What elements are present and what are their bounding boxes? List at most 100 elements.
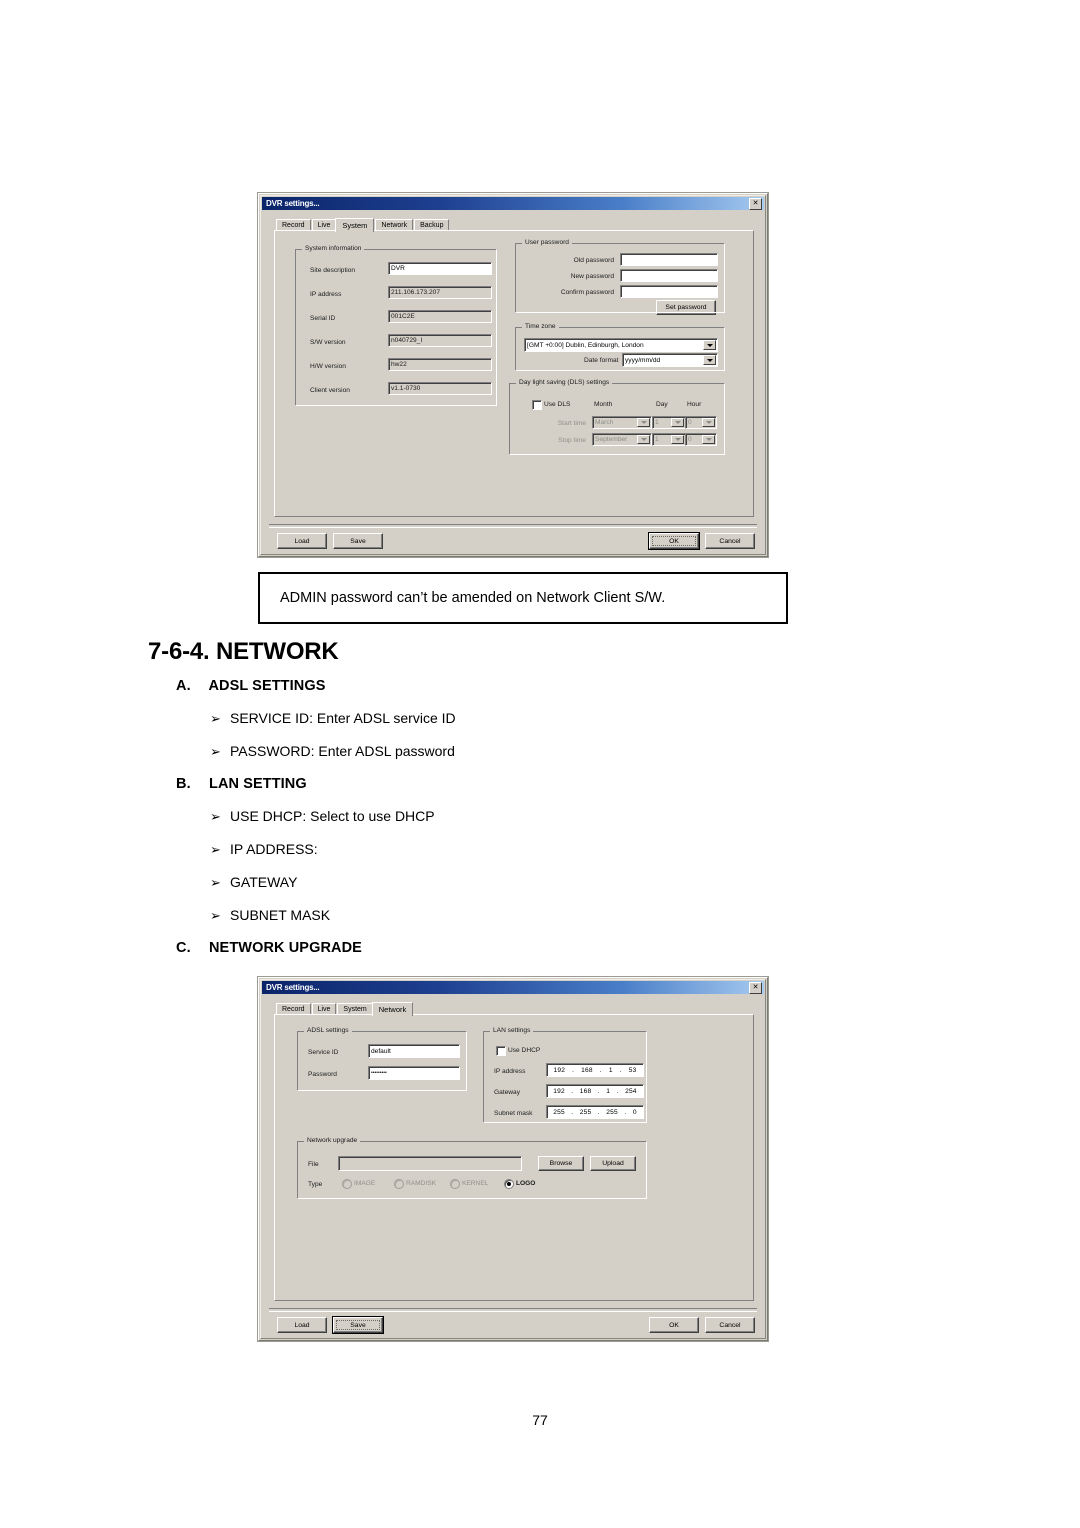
subnet-mask-input[interactable]: 255. 255. 255. 0 bbox=[546, 1105, 644, 1119]
sm-octet-4: 0 bbox=[632, 1108, 637, 1116]
list-item-text: IP ADDRESS: bbox=[230, 841, 318, 857]
type-logo-label: LOGO bbox=[516, 1180, 536, 1187]
chevron-down-icon[interactable] bbox=[671, 418, 684, 427]
ip-address-label: IP address bbox=[494, 1068, 526, 1075]
admin-password-note: ADMIN password can’t be amended on Netwo… bbox=[258, 572, 788, 624]
old-password-label: Old password bbox=[573, 257, 614, 264]
confirm-password-label: Confirm password bbox=[560, 289, 614, 296]
set-password-button[interactable]: Set password bbox=[656, 300, 716, 315]
site-description-input[interactable]: DVR bbox=[388, 262, 492, 275]
stop-hour-select[interactable]: 0 bbox=[685, 433, 717, 446]
time-zone-group: Time zone [GMT +0:00] Dublin, Edinburgh,… bbox=[515, 323, 725, 371]
section-a-label: A. bbox=[176, 678, 191, 694]
ip-address-input[interactable]: 192. 168. 1. 53 bbox=[546, 1063, 644, 1077]
close-icon[interactable]: ✕ bbox=[749, 981, 762, 994]
list-item-text: USE DHCP: Select to use DHCP bbox=[230, 808, 435, 824]
ok-button[interactable]: OK bbox=[649, 1317, 699, 1333]
type-kernel-label: KERNEL bbox=[462, 1180, 489, 1187]
save-button[interactable]: Save bbox=[333, 533, 383, 549]
old-password-input[interactable] bbox=[620, 253, 718, 266]
stop-day-select[interactable]: 1 bbox=[652, 433, 686, 446]
chevron-down-icon[interactable] bbox=[702, 418, 715, 427]
ok-button[interactable]: OK bbox=[648, 532, 700, 550]
chevron-down-icon[interactable] bbox=[702, 435, 715, 444]
sw-version-value: n040729_I bbox=[388, 334, 492, 347]
sm-octet-2: 255 bbox=[579, 1108, 592, 1116]
adsl-settings-title: ADSL settings bbox=[304, 1027, 352, 1034]
stop-month-select[interactable]: September bbox=[592, 433, 652, 446]
use-dls-label: Use DLS bbox=[544, 401, 571, 408]
date-format-value: yyyy/mm/dd bbox=[625, 356, 661, 364]
arrow-bullet-icon: ➢ bbox=[210, 843, 221, 858]
tab-network[interactable]: Network bbox=[371, 1002, 414, 1016]
chevron-down-icon[interactable] bbox=[637, 418, 650, 427]
type-image-radio[interactable] bbox=[342, 1179, 352, 1189]
password-input[interactable]: ••••••••• bbox=[368, 1066, 460, 1080]
time-zone-value: [GMT +0:00] Dublin, Edinburgh, London bbox=[527, 341, 644, 349]
start-month-select[interactable]: March bbox=[592, 416, 652, 429]
stop-day-value: 1 bbox=[655, 436, 659, 443]
user-password-title: User password bbox=[522, 239, 572, 246]
upload-button[interactable]: Upload bbox=[590, 1156, 636, 1171]
window-title: DVR settings... bbox=[266, 983, 320, 992]
type-kernel-radio[interactable] bbox=[450, 1179, 460, 1189]
list-item: ➢ PASSWORD: Enter ADSL password bbox=[210, 743, 455, 760]
list-item: ➢ IP ADDRESS: bbox=[210, 841, 318, 858]
user-password-group: User password Old password New password … bbox=[515, 239, 725, 315]
file-input[interactable] bbox=[338, 1156, 522, 1171]
dls-day-column: Day bbox=[656, 401, 668, 408]
section-c-title: NETWORK UPGRADE bbox=[208, 940, 362, 956]
lan-settings-group: LAN settings Use DHCP IP address 192. 16… bbox=[483, 1027, 647, 1123]
serial-id-value: 001C2E bbox=[388, 310, 492, 323]
gateway-label: Gateway bbox=[494, 1089, 521, 1096]
start-hour-select[interactable]: 0 bbox=[685, 416, 717, 429]
gw-octet-3: 1 bbox=[606, 1087, 611, 1095]
browse-button[interactable]: Browse bbox=[538, 1156, 584, 1171]
dls-hour-column: Hour bbox=[687, 401, 702, 408]
load-button[interactable]: Load bbox=[277, 533, 327, 549]
new-password-input[interactable] bbox=[620, 269, 718, 282]
chevron-down-icon[interactable] bbox=[703, 355, 716, 365]
date-format-select[interactable]: yyyy/mm/dd bbox=[622, 353, 718, 367]
type-logo-radio[interactable] bbox=[504, 1179, 514, 1189]
adsl-settings-group: ADSL settings Service ID default Passwor… bbox=[297, 1027, 467, 1091]
load-button[interactable]: Load bbox=[277, 1317, 327, 1333]
close-icon[interactable]: ✕ bbox=[749, 197, 762, 210]
ip-octet-2: 168 bbox=[581, 1066, 593, 1074]
gw-octet-2: 168 bbox=[579, 1087, 592, 1095]
chevron-down-icon[interactable] bbox=[637, 435, 650, 444]
chevron-down-icon[interactable] bbox=[671, 435, 684, 444]
section-b-label: B. bbox=[176, 776, 191, 792]
type-ramdisk-radio[interactable] bbox=[394, 1179, 404, 1189]
titlebar: DVR settings... ✕ bbox=[262, 197, 764, 210]
sm-octet-3: 255 bbox=[606, 1108, 618, 1116]
section-c-label: C. bbox=[176, 940, 191, 956]
cancel-button[interactable]: Cancel bbox=[705, 1317, 755, 1333]
section-a-title: ADSL SETTINGS bbox=[208, 678, 326, 694]
tab-system[interactable]: System bbox=[335, 218, 375, 232]
sm-octet-1: 255 bbox=[553, 1108, 565, 1116]
list-item-text: PASSWORD: Enter ADSL password bbox=[230, 743, 455, 759]
system-information-title: System information bbox=[302, 245, 365, 252]
stop-month-value: September bbox=[595, 436, 628, 443]
use-dls-checkbox[interactable] bbox=[532, 400, 542, 410]
save-button[interactable]: Save bbox=[332, 1316, 384, 1334]
time-zone-select[interactable]: [GMT +0:00] Dublin, Edinburgh, London bbox=[524, 338, 718, 352]
chevron-down-icon[interactable] bbox=[703, 340, 716, 350]
arrow-bullet-icon: ➢ bbox=[210, 745, 221, 760]
admin-password-note-text: ADMIN password can’t be amended on Netwo… bbox=[280, 590, 666, 606]
gateway-input[interactable]: 192. 168. 1. 254 bbox=[546, 1084, 644, 1098]
start-day-select[interactable]: 1 bbox=[652, 416, 686, 429]
password-label: Password bbox=[308, 1071, 337, 1078]
cancel-button[interactable]: Cancel bbox=[705, 533, 755, 549]
subnet-mask-label: Subnet mask bbox=[494, 1110, 533, 1117]
use-dhcp-checkbox[interactable] bbox=[496, 1046, 506, 1056]
network-upgrade-group: Network upgrade File Browse Upload Type … bbox=[297, 1137, 647, 1199]
start-hour-value: 0 bbox=[688, 419, 692, 426]
service-id-input[interactable]: default bbox=[368, 1044, 460, 1058]
confirm-password-input[interactable] bbox=[620, 285, 718, 298]
tab-page-system: System information Site description DVR … bbox=[274, 230, 754, 517]
time-zone-title: Time zone bbox=[522, 323, 559, 330]
stop-time-label: Stop time bbox=[558, 437, 586, 444]
file-label: File bbox=[308, 1161, 319, 1168]
